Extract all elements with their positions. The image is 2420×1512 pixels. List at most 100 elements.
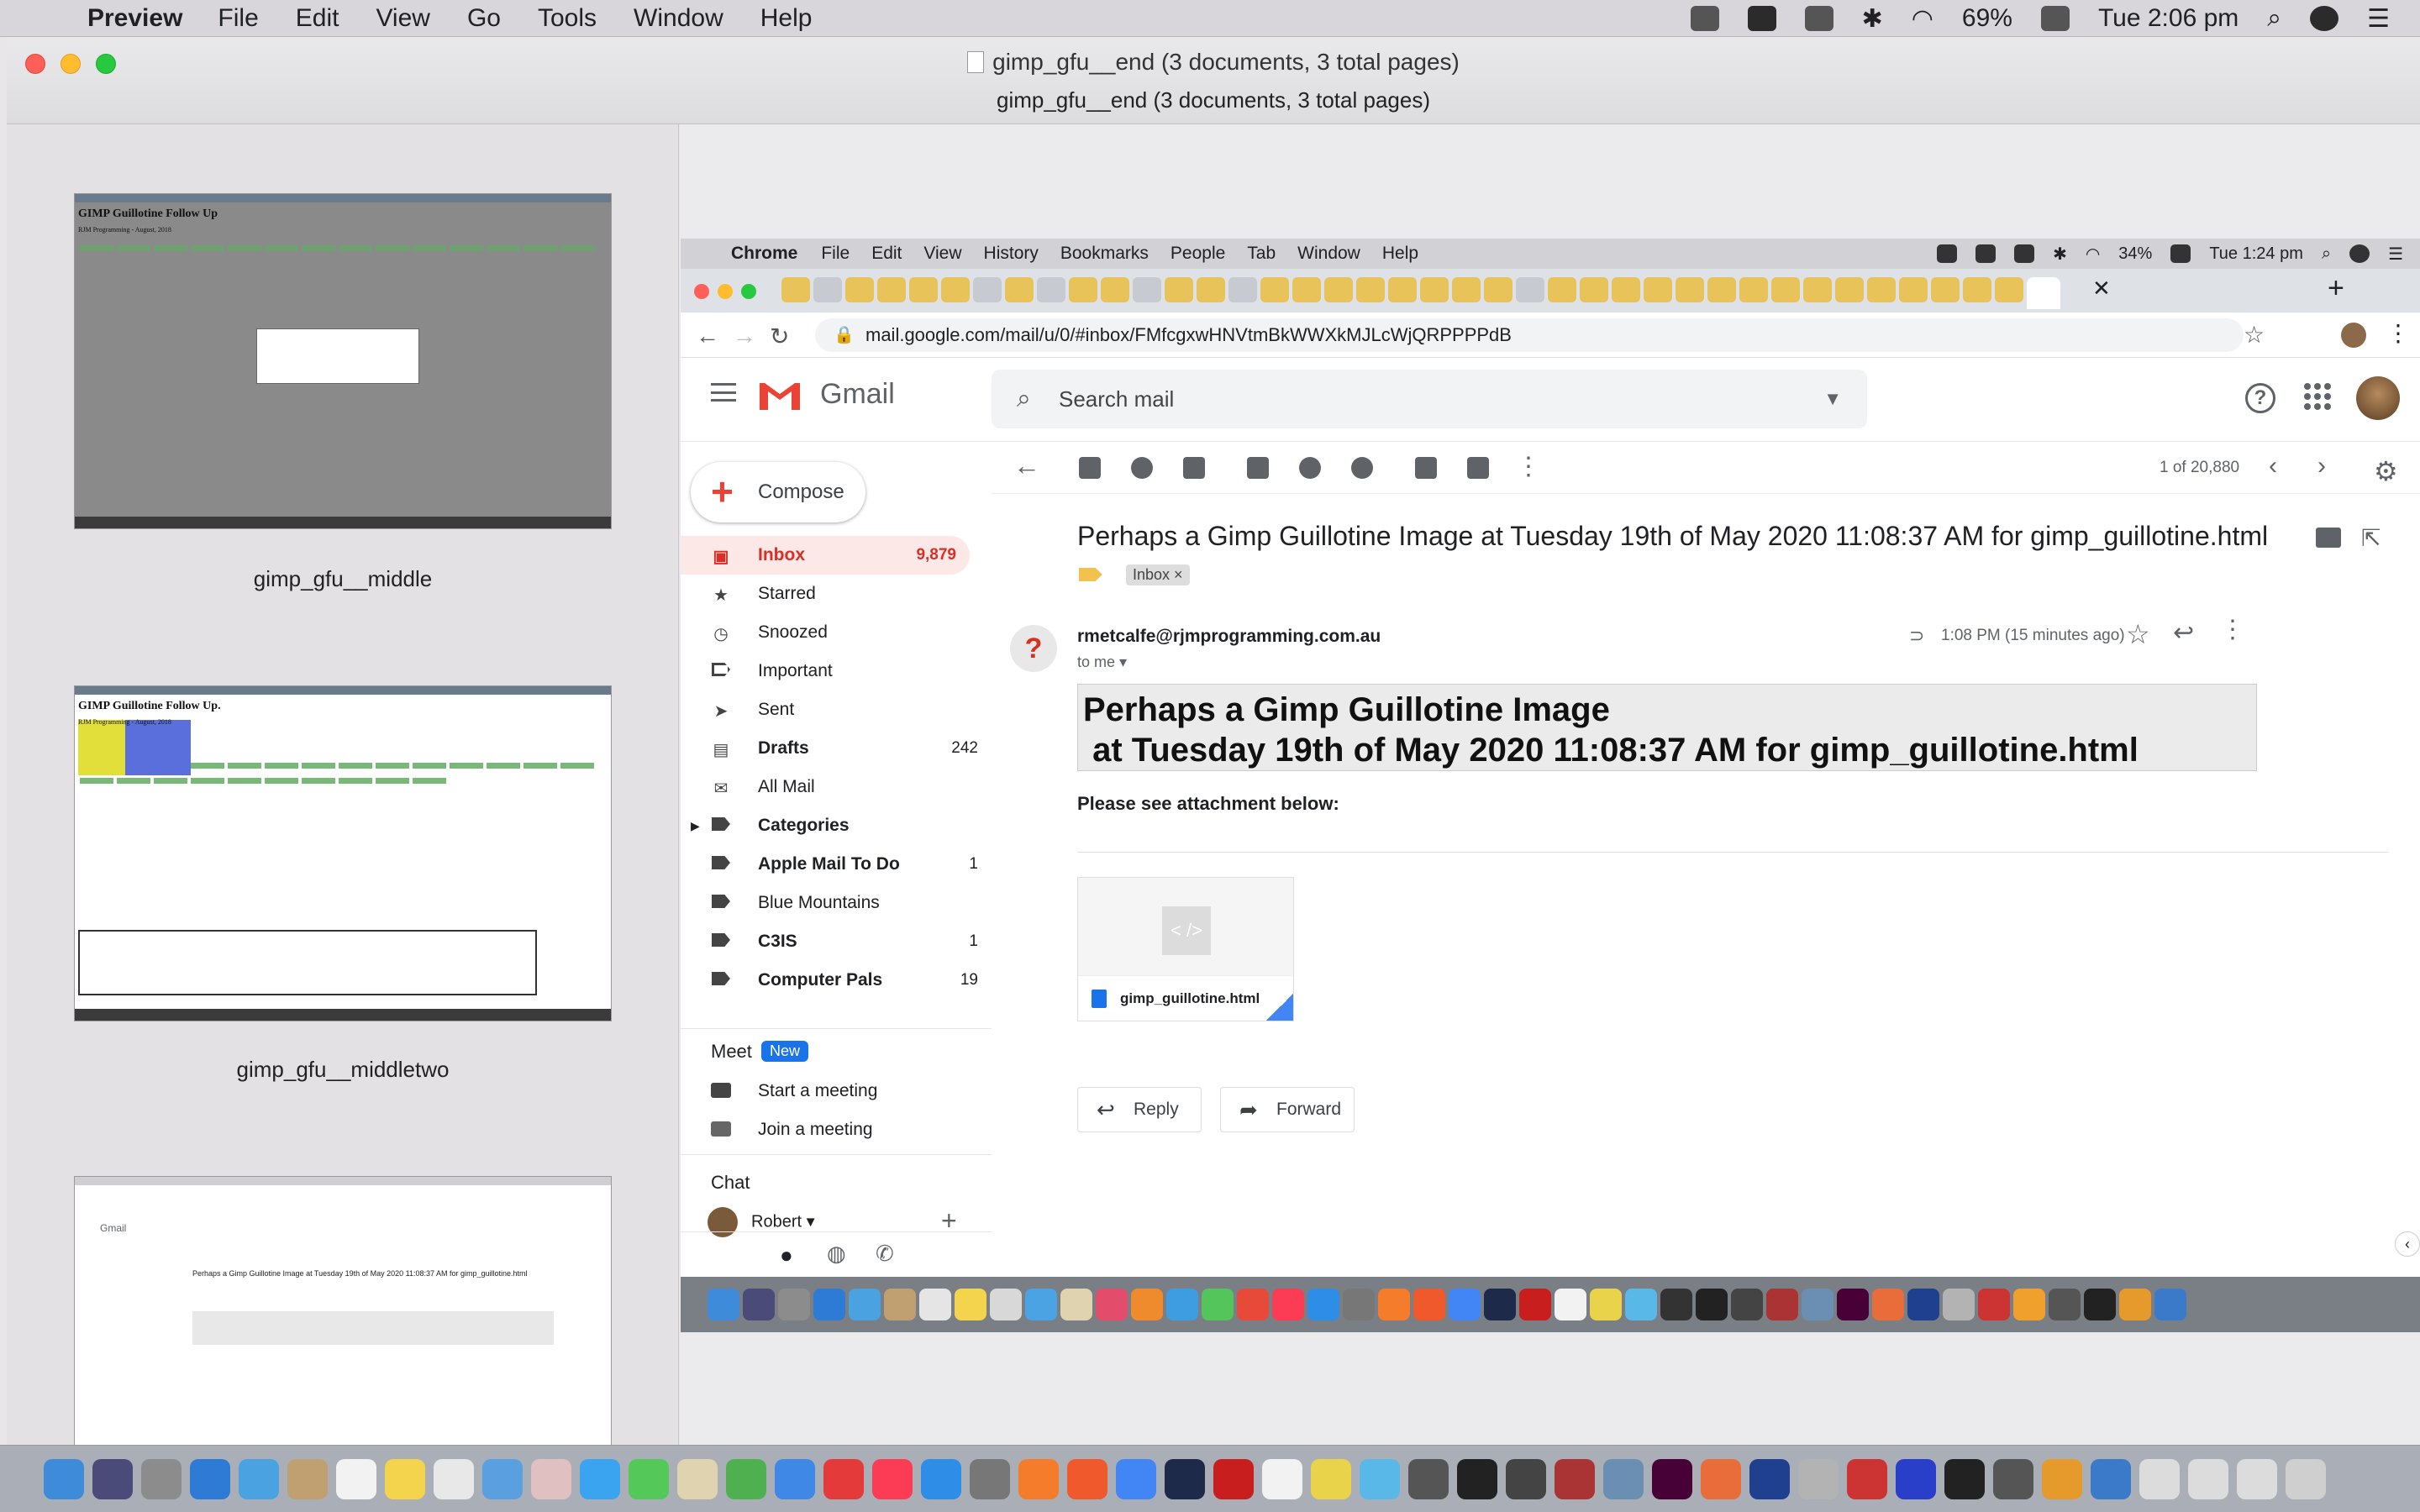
nav-label: Snoozed [758,622,828,642]
dock-safari-icon[interactable] [190,1458,230,1499]
dock-books-icon[interactable] [2042,1458,2082,1499]
bluetooth-icon[interactable]: ✱ [1862,4,1883,34]
dock-filezilla-icon[interactable] [1847,1458,1887,1499]
side-panel-toggle-icon: ‹ [2395,1231,2420,1257]
status-app-icon[interactable] [1690,6,1719,31]
dock-app9-icon[interactable] [1798,1458,1839,1499]
menu-go[interactable]: Go [467,4,501,33]
dock-photoshop-icon[interactable] [1165,1458,1205,1499]
menu-edit[interactable]: Edit [296,4,339,33]
dock-app11-icon[interactable] [2091,1458,2131,1499]
menu-help[interactable]: Help [760,4,813,33]
menu-window[interactable]: Window [634,4,723,33]
menu-file[interactable]: File [218,4,258,33]
dock-facetime-icon[interactable] [629,1458,669,1499]
dock-sequel-icon[interactable] [1262,1458,1302,1499]
dock-reminders-icon[interactable] [434,1458,474,1499]
thumb-gmail-wordmark: Gmail [100,1222,127,1234]
dock-chrome-icon[interactable] [1116,1458,1156,1499]
spotlight-search-icon[interactable]: ⌕ [2267,4,2281,33]
dock-document-icon[interactable] [2139,1458,2180,1499]
inner-bluetooth-icon: ✱ [2053,244,2067,264]
chrome-close-button [694,284,709,299]
keyboard-icon [711,1121,731,1137]
page-screenshot: Chrome File Edit View History Bookmarks … [681,239,2420,1332]
dock-app10-icon[interactable] [1944,1458,1985,1499]
compose-plus-icon: + [711,470,734,513]
dock-siri-icon[interactable] [92,1458,133,1499]
dock-music-icon[interactable] [872,1458,913,1499]
join-meeting-label: Join a meeting [758,1120,873,1139]
dock-app2-icon[interactable] [1311,1458,1351,1499]
dock-opera-icon[interactable] [1213,1458,1254,1499]
dock-preview-icon[interactable] [239,1458,279,1499]
menu-tools[interactable]: Tools [538,4,597,33]
dock-maps-icon[interactable] [482,1458,523,1499]
siri-icon[interactable] [2310,6,2339,31]
dock-pages-icon[interactable] [775,1458,815,1499]
chrome-minimize-button [718,284,733,299]
dock-numbers-icon[interactable] [726,1458,766,1499]
person-icon: ● [780,1242,793,1268]
dock-document3-icon[interactable] [2237,1458,2277,1499]
thumbnail-page-3[interactable]: Gmail Perhaps a Gimp Guillotine Image at… [74,1176,612,1445]
message-body-text: Please see attachment below: [1077,793,1339,814]
dock-firefox-icon[interactable] [1067,1458,1107,1499]
dock-app3-icon[interactable] [1360,1458,1400,1499]
dock-app-icon[interactable] [1018,1458,1059,1499]
dock-terminal-icon[interactable] [1457,1458,1497,1499]
thumb-dock [75,517,611,528]
dock-app4-icon[interactable] [1408,1458,1449,1499]
battery-icon[interactable] [2040,6,2070,31]
dock-system-preferences-icon[interactable] [970,1458,1010,1499]
dock-console-icon[interactable] [1993,1458,2033,1499]
settings-gear-icon: ⚙ [2374,456,2398,486]
dock-app8-icon[interactable] [1749,1458,1790,1499]
dock-contacts-icon[interactable] [287,1458,328,1499]
battery-percent[interactable]: 69% [1962,4,2012,33]
inner-menu-file: File [821,244,850,263]
thumbnail-label-1[interactable]: gimp_gfu__middle [7,566,678,592]
file-icon [1092,990,1107,1008]
thumb-button-grid [78,242,608,257]
nav-apple-mail-to-do: Apple Mail To Do 1 [681,845,992,884]
label-icon [711,932,731,951]
menu-app-name[interactable]: Preview [87,4,182,33]
dock-xd-icon[interactable] [1652,1458,1692,1499]
notification-center-icon[interactable]: ☰ [2367,4,2390,34]
dock-inkscape-icon[interactable] [1506,1458,1546,1499]
dock-launchpad-icon[interactable] [141,1458,182,1499]
status-m-icon[interactable] [1747,6,1776,31]
dock-app5-icon[interactable] [1555,1458,1595,1499]
help-icon: ? [2245,383,2275,413]
dock-keynote-icon[interactable] [677,1458,718,1499]
nav-snoozed: ◷ Snoozed [681,613,992,652]
dock-app7-icon[interactable] [1701,1458,1741,1499]
dock-finder-icon[interactable] [44,1458,84,1499]
dock-document2-icon[interactable] [2188,1458,2228,1499]
airplay-icon[interactable] [1804,6,1833,31]
inner-menu-edit: Edit [871,244,902,263]
thumbnail-page-2[interactable]: GIMP Guillotine Follow Up. RJM Programmi… [74,685,612,1021]
gmail-nav-list: ▣ Inbox 9,879 ★ Starred ◷ Snoozed Important … [681,536,992,1000]
thumbnail-label-2[interactable]: gimp_gfu__middletwo [7,1057,678,1083]
dock-news-icon[interactable] [823,1458,864,1499]
clock[interactable]: Tue 2:06 pm [2098,4,2238,33]
reply-arrow-icon: ↩ [2173,619,2195,647]
dock-messages-icon[interactable] [580,1458,620,1499]
menu-view[interactable]: View [376,4,429,33]
dock-trash-icon[interactable] [2286,1458,2326,1499]
search-placeholder: Search mail [1059,386,1175,412]
nav-count: 242 [951,739,978,757]
dock-audacity-icon[interactable] [1896,1458,1936,1499]
dock-photos-icon[interactable] [531,1458,571,1499]
thumbnail-page-1[interactable]: GIMP Guillotine Follow Up RJM Programmin… [74,193,612,529]
gmail-wordmark: Gmail [820,378,895,410]
expand-arrow-icon: ▶ [691,818,700,832]
dock-app-store-icon[interactable] [921,1458,961,1499]
dock-notes-icon[interactable] [385,1458,425,1499]
dock-app6-icon[interactable] [1603,1458,1644,1499]
nav-count: 9,879 [916,546,956,564]
dock-calendar-icon[interactable] [336,1458,376,1499]
wifi-icon[interactable]: ◠ [1912,4,1933,34]
